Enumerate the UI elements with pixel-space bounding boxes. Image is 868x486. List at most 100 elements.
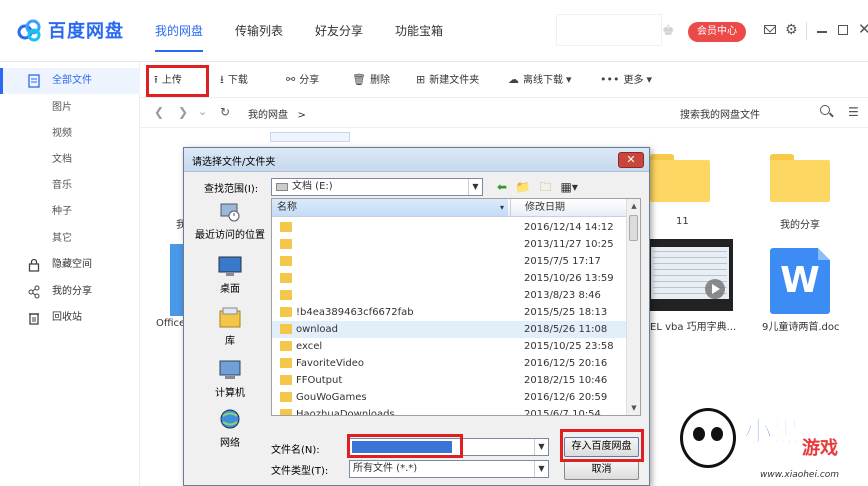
place-desktop[interactable]: 桌面 — [194, 254, 266, 304]
word-doc-icon[interactable]: W — [770, 248, 830, 314]
account-area[interactable] — [556, 14, 662, 46]
list-view-icon[interactable]: ☰ — [848, 105, 859, 119]
close-icon[interactable]: ✕ — [858, 20, 868, 38]
cloud-logo-icon — [17, 19, 41, 42]
app-logo[interactable]: 百度网盘 — [16, 17, 124, 43]
sidebar-item-docs[interactable]: 文档 — [0, 147, 140, 173]
folder-item-11[interactable] — [650, 154, 710, 202]
mail-icon[interactable] — [764, 25, 776, 34]
back-icon[interactable]: ❮ — [154, 105, 164, 119]
place-network[interactable]: 网络 — [194, 408, 266, 458]
breadcrumb-item[interactable]: 我的网盘 — [248, 110, 288, 121]
place-label: 计算机 — [215, 388, 245, 399]
maximize-icon[interactable] — [838, 25, 848, 35]
dropdown-arrow-icon[interactable]: ▼ — [468, 179, 482, 195]
file-list-row[interactable]: 2015/7/5 17:17 — [272, 253, 627, 270]
tab-transfer-list[interactable]: 传输列表 — [235, 0, 283, 62]
crown-icon[interactable]: ♚ — [662, 23, 675, 39]
place-computer[interactable]: 计算机 — [194, 358, 266, 408]
file-list-row[interactable]: 2013/8/23 8:46 — [272, 287, 627, 304]
dropdown-arrow-icon[interactable]: ▼ — [534, 439, 548, 455]
file-list-row[interactable]: ownload 2018/5/26 11:08 — [272, 321, 627, 338]
tab-my-disk[interactable]: 我的网盘 — [155, 0, 204, 62]
file-date: 2016/12/6 20:59 — [524, 392, 608, 403]
column-header-name[interactable]: 名称 ▾ — [272, 199, 508, 216]
folder-item-my-share[interactable] — [770, 154, 830, 202]
caret-down-icon[interactable]: ⌄ — [198, 105, 207, 118]
document-icon — [28, 74, 40, 88]
sidebar-item-hidden-space[interactable]: 隐藏空间 — [0, 252, 140, 278]
sidebar-item-other[interactable]: 其它 — [0, 226, 140, 252]
tab-friend-share[interactable]: 好友分享 — [315, 0, 363, 62]
file-list-row[interactable]: excel 2015/10/25 23:58 — [272, 338, 627, 355]
download-button[interactable]: ⭳ 下载 — [220, 62, 248, 98]
folder-label: 11 — [676, 216, 689, 227]
forward-icon[interactable]: ❯ — [178, 105, 188, 119]
file-list-row[interactable]: HaozhuaDownloads 2015/6/7 10:54 — [272, 406, 627, 416]
file-date: 2015/6/7 10:54 — [524, 409, 601, 416]
refresh-icon[interactable]: ↻ — [220, 105, 230, 119]
new-folder-button[interactable]: ⊞ 新建文件夹 — [416, 62, 479, 98]
column-name-label: 名称 — [277, 202, 297, 213]
vertical-scrollbar[interactable]: ▲ ▼ — [626, 199, 640, 415]
video-file-thumbnail[interactable] — [647, 239, 733, 311]
selected-file-item[interactable] — [270, 132, 350, 142]
file-list-row[interactable]: 2013/11/27 10:25 — [272, 236, 627, 253]
file-list-row[interactable]: !b4ea389463cf6672fab 2015/5/25 18:13 — [272, 304, 627, 321]
vip-center-button[interactable]: 会员中心 — [688, 22, 746, 42]
file-date: 2015/10/26 13:59 — [524, 273, 614, 284]
offline-download-button[interactable]: ☁ 离线下载 ▾ — [508, 62, 576, 98]
sidebar-item-images[interactable]: 图片 — [0, 95, 140, 121]
sidebar-item-recycle-bin[interactable]: 回收站 — [0, 305, 140, 331]
file-name: GouWoGames — [296, 392, 367, 403]
scroll-up-icon[interactable]: ▲ — [627, 199, 640, 213]
place-library[interactable]: 库 — [194, 306, 266, 356]
sidebar-item-my-share[interactable]: 我的分享 — [0, 279, 140, 305]
file-list-row[interactable]: GouWoGames 2016/12/6 20:59 — [272, 389, 627, 406]
file-date: 2015/10/25 23:58 — [524, 341, 614, 352]
filetype-select[interactable]: 所有文件 (*.*) ▼ — [349, 460, 549, 478]
sidebar-item-label: 文档 — [52, 154, 72, 165]
sidebar-item-torrents[interactable]: 种子 — [0, 199, 140, 225]
view-menu-icon[interactable]: ▦▾ — [561, 180, 578, 194]
delete-button[interactable]: 🗑 删除 — [352, 62, 390, 98]
cancel-button[interactable]: 取消 — [564, 460, 639, 480]
file-list-row[interactable]: FavoriteVideo 2016/12/5 20:16 — [272, 355, 627, 372]
folder-icon — [280, 256, 292, 266]
network-icon — [220, 409, 240, 429]
file-list-row[interactable]: 2016/12/14 14:12 — [272, 219, 627, 236]
search-icon[interactable] — [820, 105, 830, 115]
place-recent[interactable]: 最近访问的位置 — [194, 200, 266, 250]
trash-icon — [29, 313, 39, 325]
gear-icon[interactable]: ⚙ — [785, 22, 798, 38]
more-button[interactable]: ••• 更多 ▾ — [600, 62, 656, 98]
file-name: excel — [296, 341, 323, 352]
search-input[interactable]: 搜索我的网盘文件 — [680, 106, 760, 121]
sidebar-item-videos[interactable]: 视频 — [0, 121, 140, 147]
tab-toolbox[interactable]: 功能宝箱 — [395, 0, 443, 62]
file-list-row[interactable]: FFOutput 2018/2/15 10:46 — [272, 372, 627, 389]
dialog-title-bar[interactable]: 请选择文件/文件夹 ✕ — [184, 148, 649, 172]
breadcrumb-separator: > — [297, 110, 306, 121]
sidebar: 全部文件 图片 视频 文档 音乐 种子 其它 隐藏空间 我的分享 回收站 — [0, 62, 140, 486]
back-arrow-icon[interactable]: ⬅ — [497, 180, 507, 194]
top-bar: 百度网盘 我的网盘 传输列表 好友分享 功能宝箱 ♚ 会员中心 ⚙ ✕ — [0, 0, 868, 62]
breadcrumb[interactable]: 我的网盘 > — [248, 106, 306, 121]
minimize-icon[interactable] — [817, 31, 827, 33]
column-header-date[interactable]: 修改日期 — [510, 199, 565, 216]
dropdown-arrow-icon[interactable]: ▼ — [534, 461, 548, 477]
dialog-close-button[interactable]: ✕ — [618, 152, 644, 168]
new-folder-icon[interactable]: 🗀 — [540, 180, 552, 194]
scroll-thumb[interactable] — [629, 215, 638, 241]
file-list-row[interactable]: 2015/10/26 13:59 — [272, 270, 627, 287]
up-folder-icon[interactable]: 📁 — [516, 180, 531, 194]
sidebar-item-all-files[interactable]: 全部文件 — [0, 68, 140, 94]
scroll-down-icon[interactable]: ▼ — [627, 401, 640, 415]
column-dropdown-icon[interactable]: ▾ — [500, 199, 504, 216]
file-item-office[interactable] — [170, 244, 184, 316]
file-list-header: 名称 ▾ 修改日期 — [272, 199, 627, 217]
share-button[interactable]: ⚯ 分享 — [286, 62, 319, 98]
look-in-select[interactable]: 文档 (E:) ▼ — [271, 178, 483, 196]
sidebar-item-music[interactable]: 音乐 — [0, 173, 140, 199]
main-nav: 我的网盘 传输列表 好友分享 功能宝箱 — [155, 0, 443, 62]
